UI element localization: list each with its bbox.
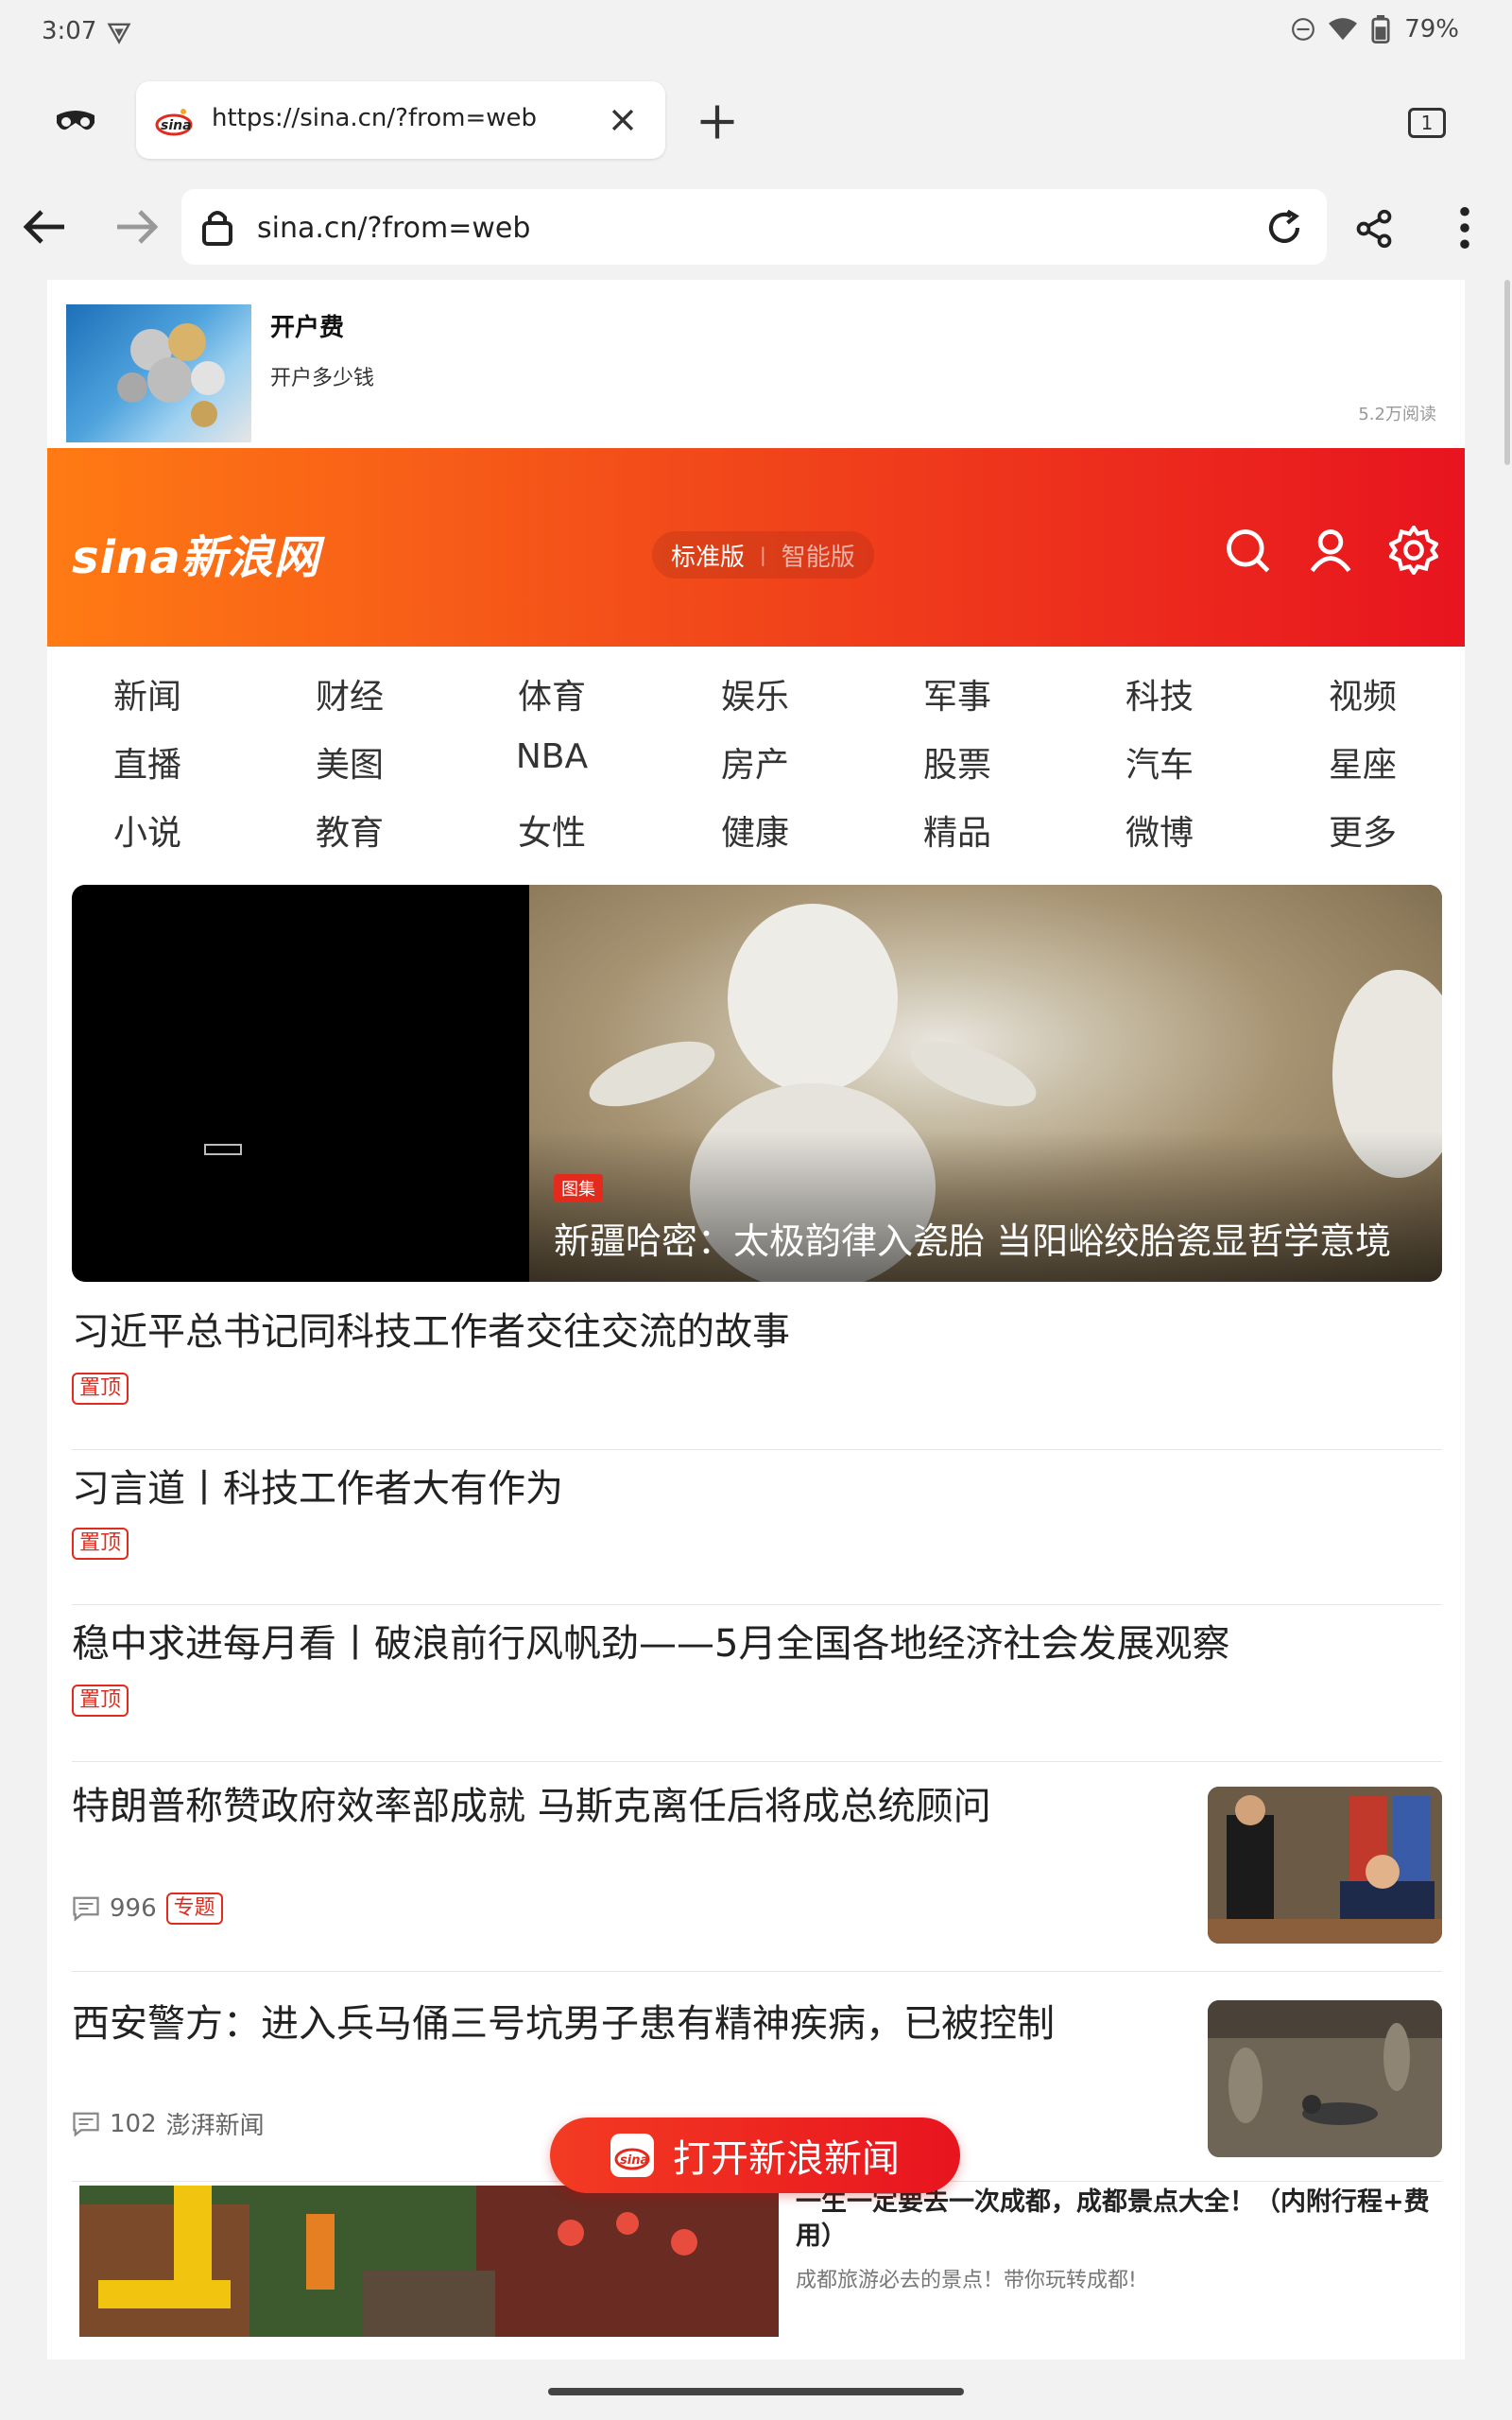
pinned-badge: 置顶 [72, 1373, 129, 1405]
category-link[interactable]: 直播 [81, 737, 214, 786]
category-link[interactable]: 美图 [284, 737, 416, 786]
battery-percent: 79% [1404, 15, 1459, 43]
sina-news-app-icon: sina [610, 2134, 654, 2177]
category-link[interactable]: 精品 [891, 805, 1023, 855]
hero-caption[interactable]: 新疆哈密：太极韵律入瓷胎 当阳峪绞胎瓷显哲学意境 [554, 1212, 1391, 1264]
close-tab-icon[interactable] [607, 104, 639, 136]
lock-icon[interactable] [202, 208, 232, 246]
comment-count: 996 [110, 1894, 157, 1923]
version-separator: | [760, 544, 766, 566]
dnd-icon [1292, 18, 1315, 41]
version-smart[interactable]: 智能版 [782, 538, 855, 573]
category-link[interactable]: 健康 [689, 805, 821, 855]
sina-header-banner: sina新浪网 标准版 | 智能版 [47, 448, 1465, 647]
status-bar: 3:07 79% [0, 0, 1512, 68]
chengdu-thumbnail[interactable] [79, 2186, 779, 2337]
ad-title: 开户费 [270, 314, 345, 342]
category-link[interactable]: 房产 [689, 737, 821, 786]
category-link[interactable]: NBA [486, 737, 618, 776]
url-text[interactable]: sina.cn/?from=web [257, 212, 530, 245]
status-right: 79% [1291, 15, 1459, 43]
battery-icon [1371, 15, 1390, 43]
topic-badge: 专题 [165, 1893, 223, 1925]
news-title[interactable]: 特朗普称赞政府效率部成就 马斯克离任后将成总统顾问 [72, 1775, 991, 1830]
category-link[interactable]: 娱乐 [689, 669, 821, 718]
category-link[interactable]: 星座 [1297, 737, 1429, 786]
news-title[interactable]: 习近平总书记同科技工作者交往交流的故事 [72, 1301, 790, 1356]
category-link[interactable]: 教育 [284, 805, 416, 855]
reload-icon[interactable] [1264, 208, 1304, 248]
news-title[interactable]: 习言道丨科技工作者大有作为 [72, 1458, 563, 1512]
category-link[interactable]: 汽车 [1093, 737, 1226, 786]
page-scrollbar[interactable] [1504, 280, 1510, 465]
category-link[interactable]: 更多 [1297, 805, 1429, 855]
settings-gear-icon[interactable] [1389, 526, 1438, 575]
forward-arrow-icon[interactable] [113, 208, 159, 246]
category-link[interactable]: 股票 [891, 737, 1023, 786]
wifi-icon [1329, 18, 1358, 41]
comment-count: 102 [110, 2109, 157, 2138]
news-thumbnail [1208, 1787, 1442, 1944]
tab-count-button[interactable]: 1 [1408, 108, 1446, 138]
news-item[interactable]: 习言道丨科技工作者大有作为 置顶 [72, 1450, 1442, 1605]
news-title[interactable]: 西安警方：进入兵马俑三号坑男子患有精神疾病，已被控制 [72, 1993, 1055, 2048]
category-link[interactable]: 体育 [486, 669, 618, 718]
news-meta: 102 澎湃新闻 [72, 2106, 265, 2141]
ad-subtitle: 开户多少钱 [270, 367, 375, 390]
back-arrow-icon[interactable] [23, 208, 68, 246]
hero-dark-panel-mark [204, 1144, 242, 1155]
news-item[interactable]: 稳中求进每月看丨破浪前行风帆劲——5月全国各地经济社会发展观察 置顶 [72, 1605, 1442, 1762]
category-link[interactable]: 军事 [891, 669, 1023, 718]
browser-tab[interactable]: sina https://sina.cn/?from=web [136, 81, 665, 159]
svg-text:sina: sina [620, 2153, 648, 2168]
status-time: 3:07 [42, 17, 97, 45]
incognito-icon[interactable] [55, 106, 96, 136]
open-app-label: 打开新浪新闻 [673, 2137, 900, 2181]
sina-logo[interactable]: sina新浪网 [72, 520, 320, 586]
home-gesture-pill[interactable] [548, 2388, 964, 2395]
url-toolbar: sina.cn/?from=web [0, 174, 1512, 280]
user-icon[interactable] [1306, 526, 1355, 575]
category-link[interactable]: 新闻 [81, 669, 214, 718]
more-menu-icon[interactable] [1455, 206, 1474, 250]
category-link[interactable]: 财经 [284, 669, 416, 718]
version-standard[interactable]: 标准版 [671, 538, 745, 573]
hero-carousel[interactable]: 图集 新疆哈密：太极韵律入瓷胎 当阳峪绞胎瓷显哲学意境 [72, 885, 1442, 1282]
svg-text:sina: sina [161, 118, 192, 133]
share-icon[interactable] [1353, 208, 1395, 250]
category-nav: 新闻 财经 体育 娱乐 军事 科技 视频 直播 美图 NBA 房产 股票 汽车 … [47, 647, 1465, 855]
chengdu-subtitle: 成都旅游必去的景点！带你玩转成都! [796, 2269, 1137, 2292]
category-link[interactable]: 视频 [1297, 669, 1429, 718]
open-sina-news-button[interactable]: sina 打开新浪新闻 [550, 2118, 960, 2193]
ad-thumbnail [66, 304, 251, 442]
vpn-icon [107, 23, 131, 44]
gesture-nav-bar [0, 2360, 1512, 2420]
ad-read-count: 5.2万阅读 [1358, 405, 1436, 424]
tab-title: https://sina.cn/?from=web [212, 104, 538, 132]
news-source: 澎湃新闻 [165, 2112, 265, 2140]
ad-banner[interactable]: 开户费 开户多少钱 5.2万阅读 [47, 280, 1465, 448]
news-title[interactable]: 稳中求进每月看丨破浪前行风帆劲——5月全国各地经济社会发展观察 [72, 1613, 1229, 1668]
pinned-badge: 置顶 [72, 1528, 129, 1560]
category-link[interactable]: 小说 [81, 805, 214, 855]
comment-icon [73, 2112, 99, 2137]
category-link[interactable]: 微博 [1093, 805, 1226, 855]
sina-favicon-icon: sina [155, 109, 193, 136]
comment-icon [73, 1896, 99, 1922]
new-tab-icon[interactable] [697, 102, 737, 142]
category-link[interactable]: 科技 [1093, 669, 1226, 718]
address-bar[interactable]: sina.cn/?from=web [181, 189, 1327, 265]
search-icon[interactable] [1223, 526, 1272, 575]
news-thumbnail [1208, 2000, 1442, 2157]
news-item[interactable]: 习近平总书记同科技工作者交往交流的故事 置顶 [72, 1291, 1442, 1450]
category-link[interactable]: 女性 [486, 805, 618, 855]
tab-bar: sina https://sina.cn/?from=web 1 [0, 68, 1512, 174]
pinned-badge: 置顶 [72, 1685, 129, 1717]
news-meta: 996 专题 [72, 1893, 223, 1925]
news-item[interactable]: 特朗普称赞政府效率部成就 马斯克离任后将成总统顾问 996 专题 [72, 1762, 1442, 1972]
hero-tag: 图集 [554, 1174, 603, 1202]
web-page: 开户费 开户多少钱 5.2万阅读 sina新浪网 标准版 | 智能版 新闻 财经… [47, 280, 1465, 2360]
chengdu-title[interactable]: 一生一定要去一次成都，成都景点大全！（内附行程+费用） [796, 2186, 1438, 2254]
version-switch[interactable]: 标准版 | 智能版 [652, 531, 874, 579]
